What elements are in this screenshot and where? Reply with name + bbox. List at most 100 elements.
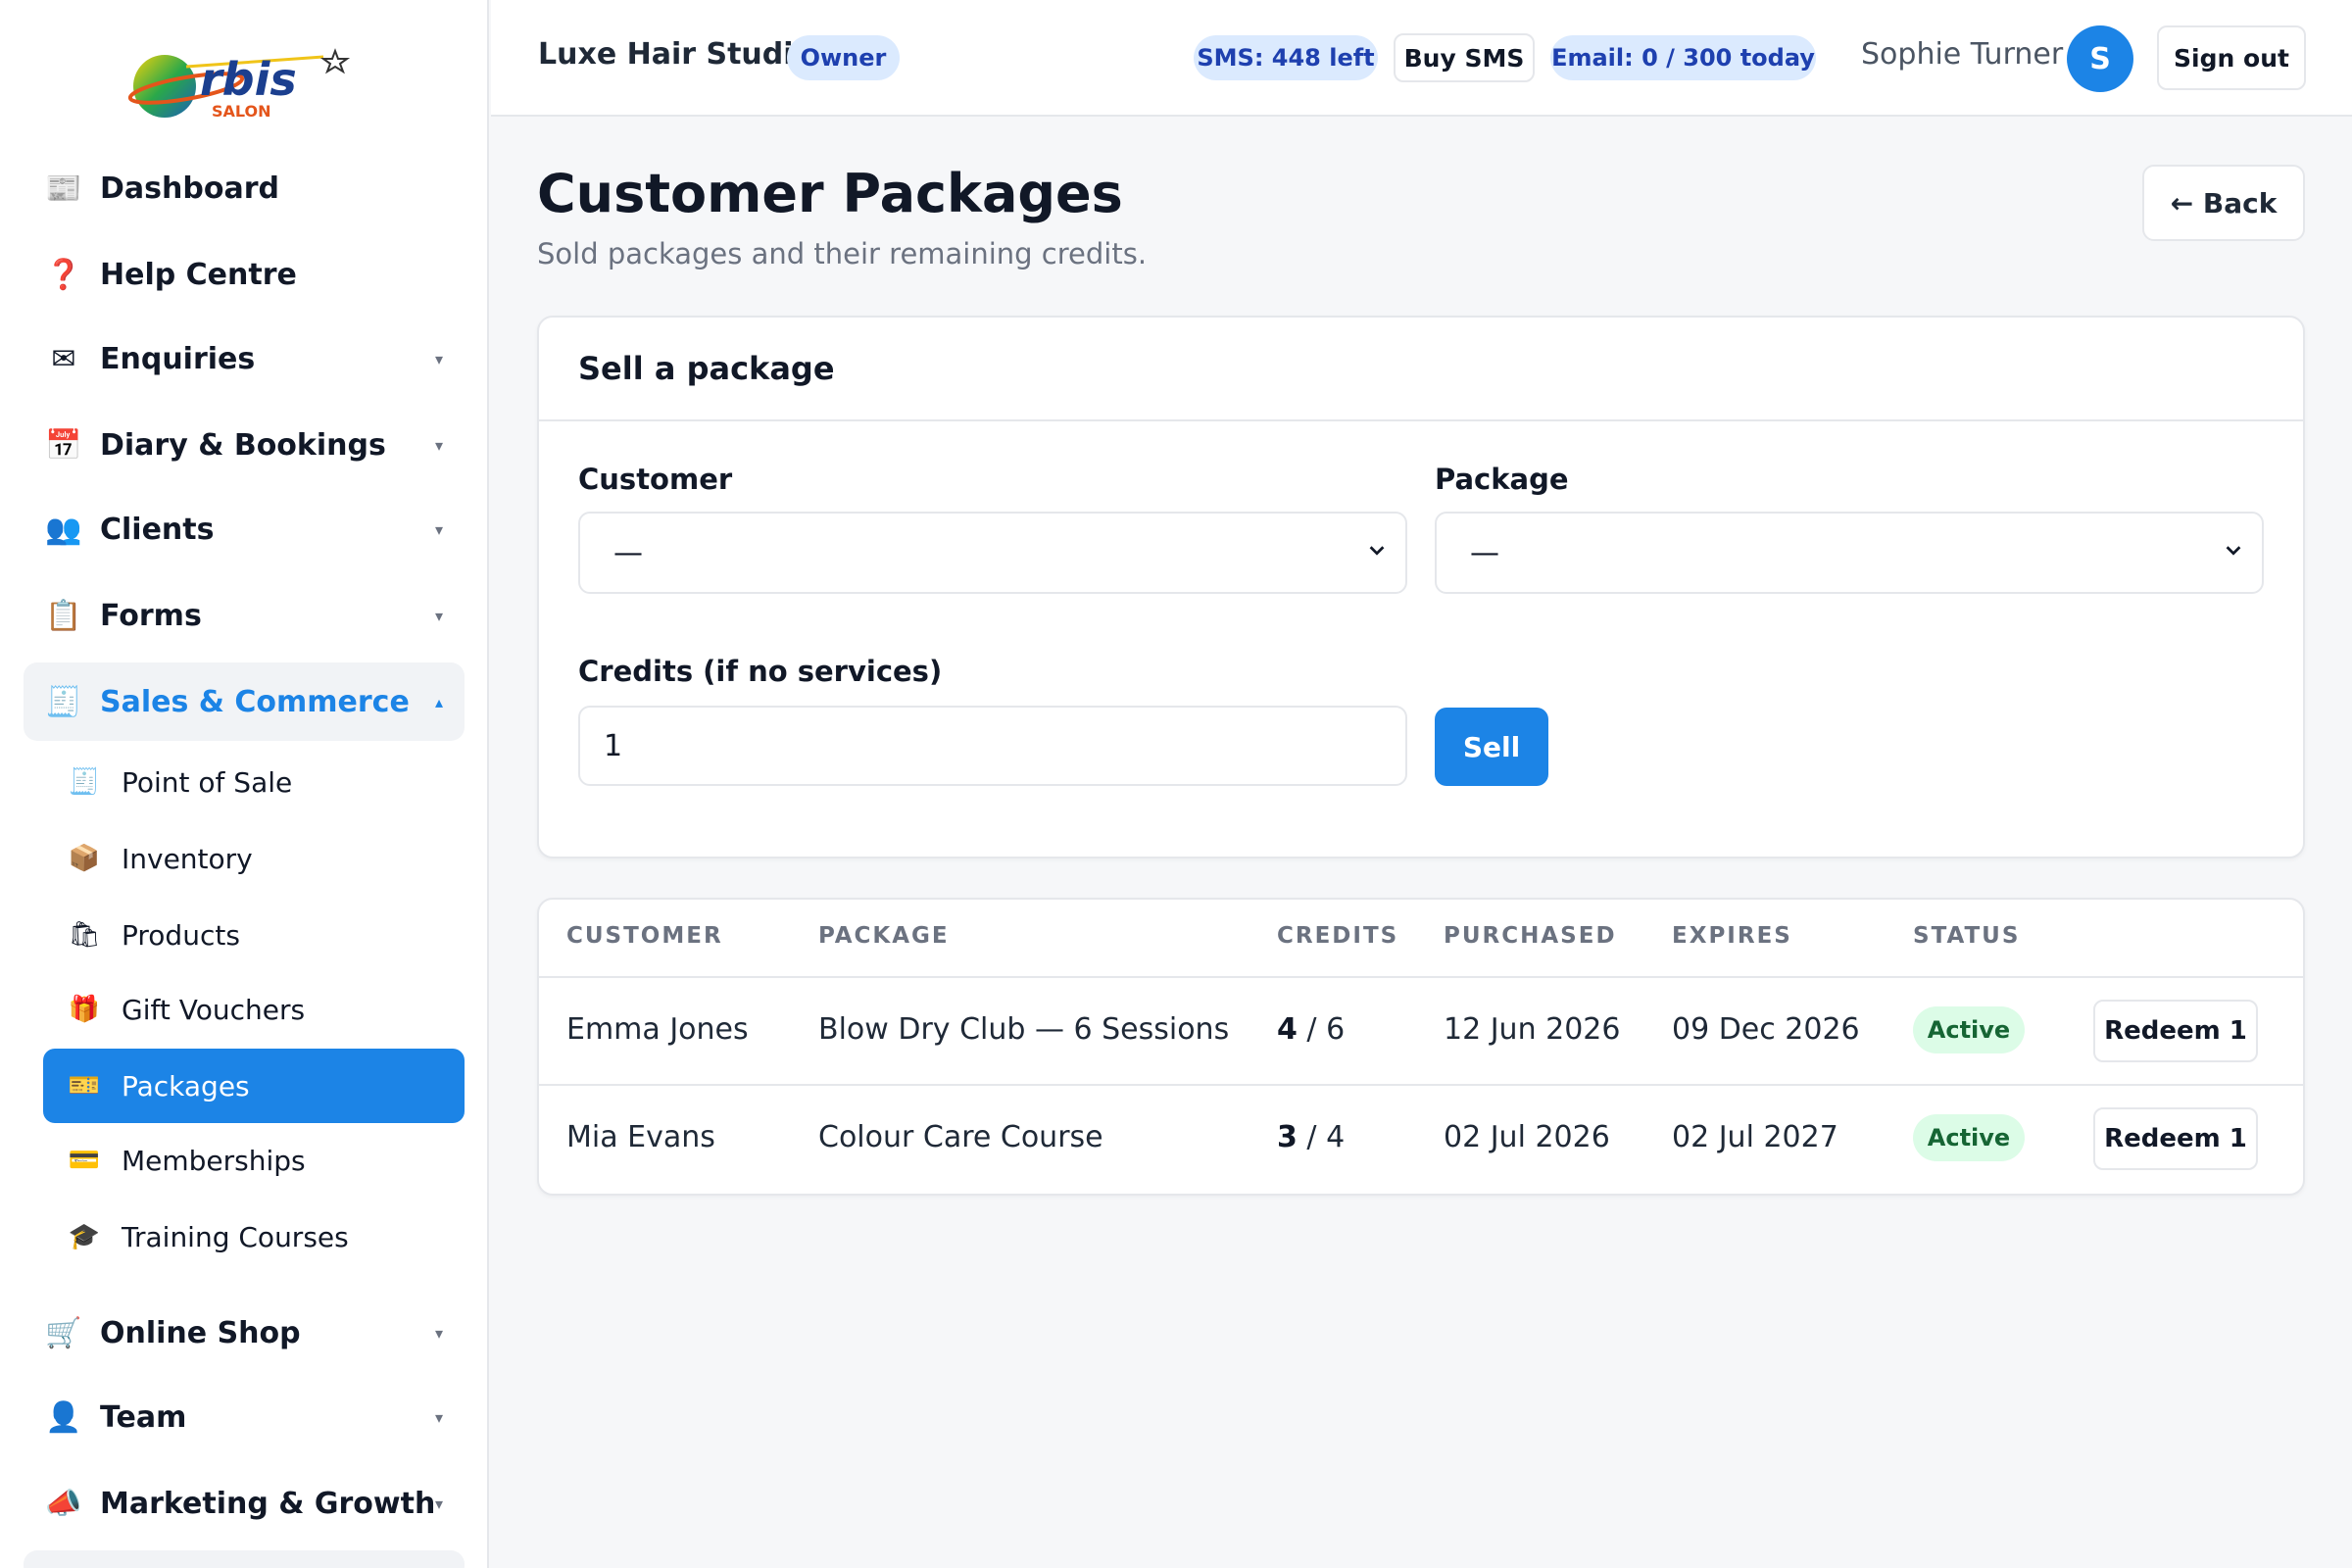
page-subtitle: Sold packages and their remaining credit… (537, 237, 1148, 270)
clipboard-icon: 📋 (45, 598, 82, 633)
sidebar-item-forms[interactable]: 📋 Forms ▾ (24, 576, 465, 655)
studio-name: Luxe Hair Studio (538, 37, 814, 72)
cell-customer: Mia Evans (566, 1120, 715, 1154)
sidebar-subitem-packages[interactable]: 🎫 Packages (43, 1049, 465, 1123)
sidebar-subitem-training-courses[interactable]: 🎓 Training Courses (43, 1200, 465, 1274)
back-button[interactable]: ← Back (2142, 165, 2305, 241)
credits-remaining: 3 (1277, 1120, 1298, 1154)
sidebar-subitem-point-of-sale[interactable]: 🧾 Point of Sale (43, 745, 465, 819)
sell-package-title: Sell a package (539, 318, 2303, 421)
table-divider (539, 1084, 2305, 1086)
orbis-salon-logo[interactable]: rbis SALON (127, 37, 353, 125)
chevron-down-icon: ▾ (434, 606, 443, 625)
customer-select-value: — (613, 535, 643, 570)
cell-customer: Emma Jones (566, 1012, 749, 1047)
credits-remaining: 4 (1277, 1012, 1298, 1047)
sidebar-item-label: Clients (100, 512, 215, 547)
sidebar-subitem-label: Gift Vouchers (122, 993, 306, 1026)
sidebar-item-label: Sales & Commerce (100, 684, 410, 719)
chevron-down-icon: ▾ (434, 1407, 443, 1427)
calendar-icon: 📅 (45, 427, 82, 463)
packages-table (537, 898, 2305, 1196)
receipt-icon: 🧾 (68, 767, 101, 797)
sidebar-item-online-shop[interactable]: 🛒 Online Shop ▾ (24, 1294, 465, 1372)
credits-total: / 6 (1306, 1012, 1346, 1047)
chevron-down-icon (2226, 546, 2241, 556)
sidebar: rbis SALON 📰 Dashboard ❓ Help Centre ✉ E… (0, 0, 489, 1568)
chevron-down-icon: ▾ (434, 1494, 443, 1513)
credits-input[interactable]: 1 (578, 706, 1407, 786)
sms-credits-badge: SMS: 448 left (1194, 35, 1378, 80)
sidebar-subitem-label: Memberships (122, 1144, 306, 1177)
cart-icon: 🛒 (45, 1315, 82, 1350)
sidebar-subitem-label: Inventory (122, 842, 253, 875)
sidebar-item-dashboard[interactable]: 📰 Dashboard (24, 149, 465, 227)
sidebar-item-diary-bookings[interactable]: 📅 Diary & Bookings ▾ (24, 406, 465, 484)
cell-purchased: 02 Jul 2026 (1444, 1120, 1610, 1154)
sidebar-item-team[interactable]: 👤 Team ▾ (24, 1378, 465, 1456)
sidebar-subitem-inventory[interactable]: 📦 Inventory (43, 821, 465, 896)
sidebar-item-help-centre[interactable]: ❓ Help Centre (24, 235, 465, 314)
cell-expires: 09 Dec 2026 (1672, 1012, 1860, 1047)
sidebar-item-label: Help Centre (100, 257, 297, 292)
chevron-down-icon: ▾ (434, 519, 443, 539)
cell-credits: 4 / 6 (1277, 1012, 1345, 1047)
column-header-customer: CUSTOMER (566, 923, 723, 949)
column-header-status: STATUS (1913, 923, 2021, 949)
sidebar-item-clients[interactable]: 👥 Clients ▾ (24, 490, 465, 568)
buy-sms-button[interactable]: Buy SMS (1394, 33, 1535, 82)
gift-icon: 🎁 (68, 995, 101, 1024)
cell-package: Colour Care Course (818, 1120, 1103, 1154)
package-select[interactable]: — (1435, 512, 2264, 594)
sidebar-subitem-products[interactable]: 🛍 Products (43, 898, 465, 972)
redeem-button[interactable]: Redeem 1 (2093, 1000, 2258, 1062)
sidebar-subitem-label: Point of Sale (122, 765, 293, 799)
chevron-down-icon: ▾ (434, 349, 443, 368)
credit-card-icon: 💳 (68, 1146, 101, 1175)
package-label: Package (1435, 463, 1569, 496)
user-name: Sophie Turner (1861, 37, 2064, 72)
sidebar-item-label: Team (100, 1399, 187, 1435)
status-badge: Active (1913, 1114, 2025, 1161)
column-header-purchased: PURCHASED (1444, 923, 1617, 949)
column-header-package: PACKAGE (818, 923, 950, 949)
sidebar-subitem-label: Products (122, 918, 240, 952)
sidebar-item-label: Online Shop (100, 1315, 301, 1350)
top-bar: Luxe Hair Studio Owner SMS: 448 left Buy… (491, 0, 2352, 117)
sidebar-item-label: Diary & Bookings (100, 427, 386, 463)
redeem-button[interactable]: Redeem 1 (2093, 1107, 2258, 1170)
logo-subtext: SALON (212, 102, 271, 121)
column-header-credits: CREDITS (1277, 923, 1399, 949)
credits-label: Credits (if no services) (578, 655, 943, 688)
chevron-down-icon (1369, 546, 1385, 556)
chevron-up-icon: ▴ (434, 692, 443, 711)
cell-purchased: 12 Jun 2026 (1444, 1012, 1621, 1047)
table-divider (539, 976, 2305, 978)
sidebar-subitem-memberships[interactable]: 💳 Memberships (43, 1123, 465, 1198)
sidebar-item-sales-commerce[interactable]: 🧾 Sales & Commerce ▴ (24, 662, 465, 741)
sign-out-button[interactable]: Sign out (2157, 25, 2306, 90)
package-select-value: — (1470, 535, 1499, 570)
customer-select[interactable]: — (578, 512, 1407, 594)
cell-expires: 02 Jul 2027 (1672, 1120, 1838, 1154)
dashboard-icon: 📰 (45, 171, 82, 206)
sidebar-subitem-gift-vouchers[interactable]: 🎁 Gift Vouchers (43, 972, 465, 1047)
ticket-icon: 🎫 (68, 1071, 101, 1101)
sidebar-item-enquiries[interactable]: ✉ Enquiries ▾ (24, 319, 465, 398)
sidebar-item-label: Forms (100, 598, 202, 633)
clients-icon: 👥 (45, 512, 82, 547)
chevron-down-icon: ▾ (434, 435, 443, 455)
megaphone-icon: 📣 (45, 1486, 82, 1521)
sidebar-subitem-label: Packages (122, 1069, 250, 1102)
chevron-down-icon: ▾ (434, 1323, 443, 1343)
graduation-cap-icon: 🎓 (68, 1222, 101, 1251)
person-icon: 👤 (45, 1399, 82, 1435)
shopping-bag-icon: 🛍 (68, 920, 101, 950)
box-icon: 📦 (68, 844, 101, 873)
email-quota-badge: Email: 0 / 300 today (1550, 35, 1816, 80)
sidebar-item-marketing-growth[interactable]: 📣 Marketing & Growth ▾ (24, 1464, 465, 1543)
help-icon: ❓ (45, 257, 82, 292)
sell-button[interactable]: Sell (1435, 708, 1548, 786)
receipt-icon: 🧾 (45, 684, 82, 719)
avatar[interactable]: S (2067, 25, 2133, 92)
